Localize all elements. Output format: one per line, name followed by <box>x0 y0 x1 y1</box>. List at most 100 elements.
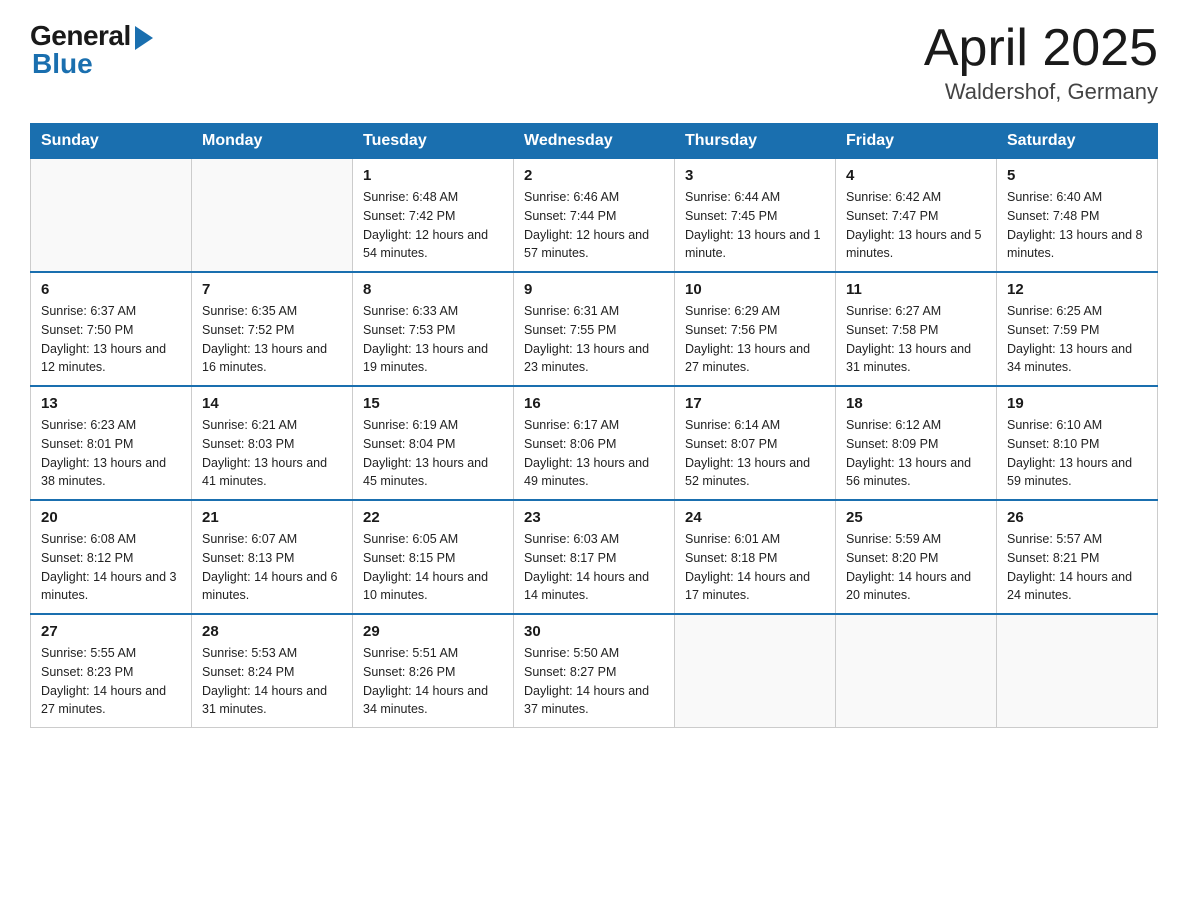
calendar-cell: 4 Sunrise: 6:42 AMSunset: 7:47 PMDaylight… <box>836 159 997 273</box>
day-info: Sunrise: 6:03 AMSunset: 8:17 PMDaylight:… <box>524 530 664 605</box>
day-number: 2 <box>524 167 664 184</box>
day-info: Sunrise: 5:51 AMSunset: 8:26 PMDaylight:… <box>363 644 503 719</box>
day-number: 7 <box>202 281 342 298</box>
weekday-header-monday: Monday <box>192 124 353 159</box>
calendar-cell: 15Sunrise: 6:19 AMSunset: 8:04 PMDayligh… <box>353 386 514 500</box>
day-number: 29 <box>363 623 503 640</box>
day-number: 22 <box>363 509 503 526</box>
day-info: Sunrise: 6:01 AMSunset: 8:18 PMDaylight:… <box>685 530 825 605</box>
day-info: Sunrise: 6:42 AMSunset: 7:47 PMDaylight:… <box>846 188 986 263</box>
day-number: 19 <box>1007 395 1147 412</box>
day-info: Sunrise: 6:33 AMSunset: 7:53 PMDaylight:… <box>363 302 503 377</box>
logo: General Blue <box>30 20 153 80</box>
calendar-cell: 10 Sunrise: 6:29 AMSunset: 7:56 PMDayligh… <box>675 272 836 386</box>
calendar-cell: 26Sunrise: 5:57 AMSunset: 8:21 PMDayligh… <box>997 500 1158 614</box>
day-info: Sunrise: 5:55 AMSunset: 8:23 PMDaylight:… <box>41 644 181 719</box>
day-info: Sunrise: 6:29 AMSunset: 7:56 PMDaylight:… <box>685 302 825 377</box>
calendar-cell: 1Sunrise: 6:48 AMSunset: 7:42 PMDaylight… <box>353 159 514 273</box>
calendar-cell: 3 Sunrise: 6:44 AMSunset: 7:45 PMDaylight… <box>675 159 836 273</box>
calendar-cell: 8 Sunrise: 6:33 AMSunset: 7:53 PMDaylight… <box>353 272 514 386</box>
calendar-cell <box>997 614 1158 728</box>
day-number: 12 <box>1007 281 1147 298</box>
day-number: 20 <box>41 509 181 526</box>
day-number: 9 <box>524 281 664 298</box>
calendar-cell: 27Sunrise: 5:55 AMSunset: 8:23 PMDayligh… <box>31 614 192 728</box>
day-number: 28 <box>202 623 342 640</box>
logo-arrow-icon <box>135 26 153 50</box>
calendar-cell: 16 Sunrise: 6:17 AMSunset: 8:06 PMDayligh… <box>514 386 675 500</box>
weekday-header-wednesday: Wednesday <box>514 124 675 159</box>
calendar-cell: 9 Sunrise: 6:31 AMSunset: 7:55 PMDaylight… <box>514 272 675 386</box>
day-number: 30 <box>524 623 664 640</box>
day-info: Sunrise: 6:08 AMSunset: 8:12 PMDaylight:… <box>41 530 181 605</box>
calendar-cell <box>836 614 997 728</box>
calendar-cell <box>192 159 353 273</box>
day-info: Sunrise: 6:40 AMSunset: 7:48 PMDaylight:… <box>1007 188 1147 263</box>
day-info: Sunrise: 6:21 AMSunset: 8:03 PMDaylight:… <box>202 416 342 491</box>
calendar-cell: 13Sunrise: 6:23 AMSunset: 8:01 PMDayligh… <box>31 386 192 500</box>
calendar-table: SundayMondayTuesdayWednesdayThursdayFrid… <box>30 123 1158 728</box>
day-number: 14 <box>202 395 342 412</box>
day-number: 3 <box>685 167 825 184</box>
weekday-header-tuesday: Tuesday <box>353 124 514 159</box>
calendar-cell: 28 Sunrise: 5:53 AMSunset: 8:24 PMDayligh… <box>192 614 353 728</box>
day-info: Sunrise: 6:05 AMSunset: 8:15 PMDaylight:… <box>363 530 503 605</box>
title-block: April 2025 Waldershof, Germany <box>924 20 1158 105</box>
calendar-week-row: 1Sunrise: 6:48 AMSunset: 7:42 PMDaylight… <box>31 159 1158 273</box>
day-number: 26 <box>1007 509 1147 526</box>
day-info: Sunrise: 6:17 AMSunset: 8:06 PMDaylight:… <box>524 416 664 491</box>
day-number: 6 <box>41 281 181 298</box>
calendar-cell: 22 Sunrise: 6:05 AMSunset: 8:15 PMDayligh… <box>353 500 514 614</box>
calendar-cell: 6 Sunrise: 6:37 AMSunset: 7:50 PMDaylight… <box>31 272 192 386</box>
day-number: 1 <box>363 167 503 184</box>
day-info: Sunrise: 6:31 AMSunset: 7:55 PMDaylight:… <box>524 302 664 377</box>
calendar-cell: 29 Sunrise: 5:51 AMSunset: 8:26 PMDayligh… <box>353 614 514 728</box>
calendar-week-row: 20 Sunrise: 6:08 AMSunset: 8:12 PMDayligh… <box>31 500 1158 614</box>
calendar-cell: 11Sunrise: 6:27 AMSunset: 7:58 PMDayligh… <box>836 272 997 386</box>
day-info: Sunrise: 6:25 AMSunset: 7:59 PMDaylight:… <box>1007 302 1147 377</box>
day-info: Sunrise: 6:37 AMSunset: 7:50 PMDaylight:… <box>41 302 181 377</box>
calendar-cell: 24Sunrise: 6:01 AMSunset: 8:18 PMDayligh… <box>675 500 836 614</box>
calendar-week-row: 13Sunrise: 6:23 AMSunset: 8:01 PMDayligh… <box>31 386 1158 500</box>
calendar-week-row: 6 Sunrise: 6:37 AMSunset: 7:50 PMDaylight… <box>31 272 1158 386</box>
calendar-cell <box>675 614 836 728</box>
calendar-cell: 21Sunrise: 6:07 AMSunset: 8:13 PMDayligh… <box>192 500 353 614</box>
calendar-cell: 2Sunrise: 6:46 AMSunset: 7:44 PMDaylight… <box>514 159 675 273</box>
calendar-cell: 14 Sunrise: 6:21 AMSunset: 8:03 PMDayligh… <box>192 386 353 500</box>
day-number: 4 <box>846 167 986 184</box>
weekday-header-sunday: Sunday <box>31 124 192 159</box>
calendar-cell: 25 Sunrise: 5:59 AMSunset: 8:20 PMDayligh… <box>836 500 997 614</box>
weekday-header-thursday: Thursday <box>675 124 836 159</box>
day-number: 18 <box>846 395 986 412</box>
day-number: 21 <box>202 509 342 526</box>
logo-blue-text: Blue <box>32 48 93 80</box>
day-info: Sunrise: 5:53 AMSunset: 8:24 PMDaylight:… <box>202 644 342 719</box>
day-info: Sunrise: 6:27 AMSunset: 7:58 PMDaylight:… <box>846 302 986 377</box>
calendar-cell: 12 Sunrise: 6:25 AMSunset: 7:59 PMDayligh… <box>997 272 1158 386</box>
day-number: 15 <box>363 395 503 412</box>
day-info: Sunrise: 6:10 AMSunset: 8:10 PMDaylight:… <box>1007 416 1147 491</box>
calendar-cell: 23 Sunrise: 6:03 AMSunset: 8:17 PMDayligh… <box>514 500 675 614</box>
weekday-header-saturday: Saturday <box>997 124 1158 159</box>
day-info: Sunrise: 5:59 AMSunset: 8:20 PMDaylight:… <box>846 530 986 605</box>
calendar-cell: 18Sunrise: 6:12 AMSunset: 8:09 PMDayligh… <box>836 386 997 500</box>
day-number: 10 <box>685 281 825 298</box>
calendar-cell: 5Sunrise: 6:40 AMSunset: 7:48 PMDaylight… <box>997 159 1158 273</box>
calendar-location: Waldershof, Germany <box>924 79 1158 105</box>
calendar-cell: 17Sunrise: 6:14 AMSunset: 8:07 PMDayligh… <box>675 386 836 500</box>
day-number: 16 <box>524 395 664 412</box>
calendar-cell: 20 Sunrise: 6:08 AMSunset: 8:12 PMDayligh… <box>31 500 192 614</box>
calendar-cell: 7 Sunrise: 6:35 AMSunset: 7:52 PMDaylight… <box>192 272 353 386</box>
weekday-header-row: SundayMondayTuesdayWednesdayThursdayFrid… <box>31 124 1158 159</box>
day-number: 8 <box>363 281 503 298</box>
day-number: 13 <box>41 395 181 412</box>
day-number: 23 <box>524 509 664 526</box>
calendar-cell: 19 Sunrise: 6:10 AMSunset: 8:10 PMDayligh… <box>997 386 1158 500</box>
weekday-header-friday: Friday <box>836 124 997 159</box>
day-info: Sunrise: 6:35 AMSunset: 7:52 PMDaylight:… <box>202 302 342 377</box>
day-number: 25 <box>846 509 986 526</box>
calendar-title: April 2025 <box>924 20 1158 77</box>
day-info: Sunrise: 6:44 AMSunset: 7:45 PMDaylight:… <box>685 188 825 263</box>
calendar-week-row: 27Sunrise: 5:55 AMSunset: 8:23 PMDayligh… <box>31 614 1158 728</box>
day-info: Sunrise: 6:14 AMSunset: 8:07 PMDaylight:… <box>685 416 825 491</box>
